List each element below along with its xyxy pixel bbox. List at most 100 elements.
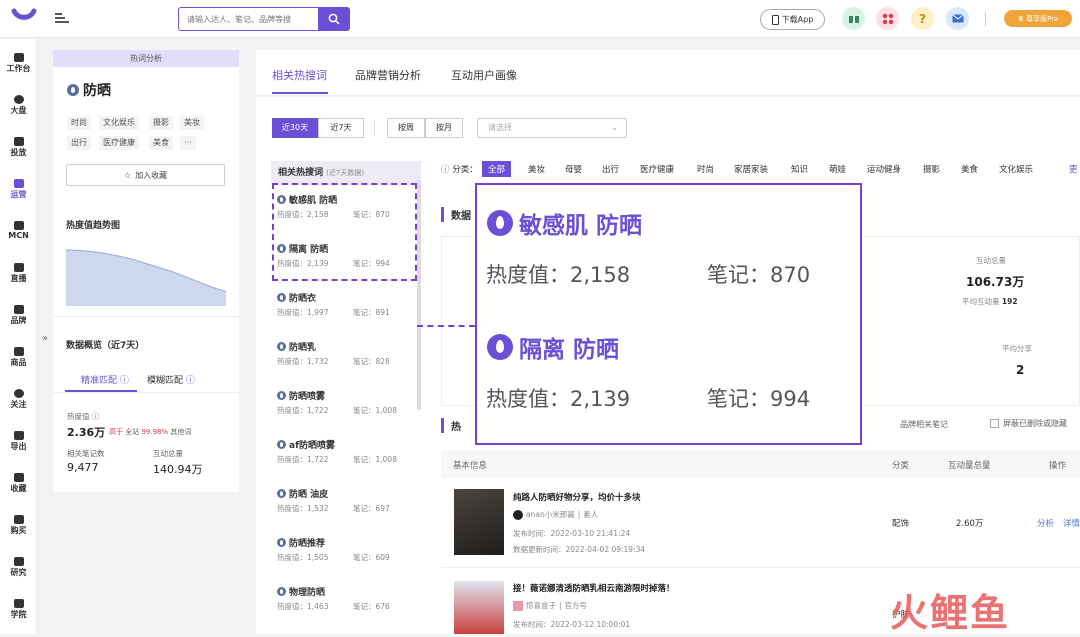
sidebar-item-ops[interactable]: 运营 [0, 179, 37, 200]
sidebar-item-market[interactable]: 大盘 [0, 95, 37, 116]
sidebar-item-mcn[interactable]: MCN [0, 221, 37, 240]
tag-chip[interactable]: 美妆 [180, 116, 204, 130]
range-7-days-button[interactable]: 近7天 [318, 118, 364, 138]
detail-link[interactable]: 详情 [1063, 517, 1080, 529]
callout-keyword: 隔离 防晒 [487, 330, 619, 364]
tag-chip[interactable]: 文化娱乐 [99, 116, 139, 130]
keyword-item[interactable]: 防晒衣 热度值：1,997 笔记：891 [277, 291, 417, 317]
info-icon: ⓘ [441, 165, 450, 175]
sidebar-item-follow[interactable]: 关注 [0, 389, 37, 410]
apps-icon[interactable] [876, 7, 899, 30]
divider [985, 12, 986, 26]
download-app-button[interactable]: 下载App [760, 9, 825, 30]
tag-chip[interactable]: 时尚 [67, 116, 91, 130]
sidebar-item-export[interactable]: 导出 [0, 431, 37, 452]
note-title[interactable]: 纯路人防晒好物分享，均价十多块 [513, 491, 641, 503]
sidebar-item-workbench[interactable]: 工作台 [0, 53, 37, 74]
overview-title: 数据概览（近7天） [66, 341, 145, 351]
hide-deleted-checkbox[interactable]: 屏蔽已删除或隐藏 [990, 418, 1067, 429]
keyword-list-scrollbar[interactable] [417, 180, 421, 410]
callout-notes: 笔记：870 [707, 263, 811, 287]
tab-brand-marketing[interactable]: 品牌营销分析 [355, 67, 421, 83]
category-fashion[interactable]: 时尚 [697, 163, 714, 175]
pro-label: 尊享版Pro [1026, 14, 1059, 23]
brand-related-filter[interactable]: 品牌相关笔记 [900, 419, 948, 430]
keyword-name: 防晒 油皮 [277, 487, 417, 500]
flask-icon [13, 557, 24, 566]
collapse-chevron-icon[interactable]: » [42, 333, 48, 344]
sidebar-item-buy[interactable]: 购买 [0, 515, 37, 536]
sidebar-item-favorites[interactable]: 收藏 [0, 473, 37, 494]
tag-chip[interactable]: 美食 [149, 136, 173, 150]
by-week-button[interactable]: 按周 [387, 118, 425, 138]
sidebar-item-live[interactable]: 直播 [0, 263, 37, 284]
keyword-item[interactable]: 防晒乳 热度值：1,732 笔记：828 [277, 340, 417, 366]
sidebar-item-research[interactable]: 研究 [0, 557, 37, 578]
table-row[interactable]: 纯路人防晒好物分享，均价十多块 anan小米那酱 | 素人 发布时间：2022-03… [441, 478, 1080, 568]
checkbox-box[interactable] [990, 419, 999, 428]
note-title[interactable]: 接！薇诺娜清透防晒乳相云南游限时掉落！ [513, 582, 675, 594]
range-30-days-button[interactable]: 近30天 [272, 118, 318, 138]
keyword-item[interactable]: 物理防晒 热度值：1,463 笔记：676 [277, 585, 417, 611]
sidebar-item-brand[interactable]: 品牌 [0, 305, 37, 326]
category-kids[interactable]: 萌娃 [829, 163, 846, 175]
menu-toggle-icon[interactable] [55, 12, 69, 24]
section-tag: 热词分析 [53, 50, 239, 67]
note-thumbnail[interactable] [454, 581, 504, 634]
highlight-connector [417, 325, 475, 327]
category-more[interactable]: 更 [1069, 163, 1078, 175]
tab-fuzzy-match[interactable]: 模糊匹配 ⓘ [147, 373, 195, 386]
notes-value: 9,477 [67, 461, 99, 474]
category-entertainment[interactable]: 文化娱乐 [999, 163, 1033, 175]
tab-related-hot-search[interactable]: 相关热搜词 [272, 67, 327, 83]
category-photography[interactable]: 摄影 [923, 163, 940, 175]
keyword-item[interactable]: af防晒喷雾 热度值：1,722 笔记：1,008 [277, 438, 417, 464]
droplet-icon [487, 210, 513, 236]
category-all[interactable]: 全部 [482, 161, 512, 177]
tag-chip[interactable]: 摄影 [149, 116, 173, 130]
keyword-item[interactable]: 防晒推荐 热度值：1,505 笔记：609 [277, 536, 417, 562]
category-knowledge[interactable]: 知识 [791, 163, 808, 175]
tag-chip[interactable]: 出行 [67, 136, 91, 150]
interact-value: 140.94万 [153, 463, 203, 476]
tag-more[interactable]: ··· [180, 136, 196, 150]
graduation-icon [13, 599, 24, 608]
search-button[interactable] [318, 8, 349, 30]
add-favorite-button[interactable]: ☆ 加入收藏 [66, 164, 225, 186]
category-food[interactable]: 美食 [961, 163, 978, 175]
keyword-item[interactable]: 防晒 油皮 热度值：1,532 笔记：697 [277, 487, 417, 513]
app-logo[interactable] [10, 6, 38, 32]
by-month-button[interactable]: 按月 [425, 118, 463, 138]
trend-area [66, 250, 226, 306]
help-icon[interactable]: ? [911, 7, 934, 30]
sidebar-item-ads[interactable]: 投放 [0, 137, 37, 158]
keyword-summary-panel: 热词分析 防晒 时尚 文化娱乐 摄影 美妆 出行 医疗健康 美食 ··· ☆ 加… [53, 50, 239, 492]
callout-heat: 热度值：2,139 [486, 387, 631, 411]
search-input[interactable] [179, 8, 319, 30]
column-header: 分类 [892, 461, 910, 471]
tab-user-profile[interactable]: 互动用户画像 [451, 67, 517, 83]
message-icon[interactable] [946, 7, 969, 30]
watermark-logo: 火鲤鱼 [890, 591, 1011, 635]
gift-icon[interactable] [842, 7, 865, 30]
period-select[interactable]: 请选择 ⌄ [477, 118, 627, 138]
category-travel[interactable]: 出行 [602, 163, 619, 175]
tag-chip[interactable]: 医疗健康 [99, 136, 139, 150]
note-interact: 2.60万 [956, 519, 984, 529]
crown-icon: ♛ [1017, 14, 1025, 23]
category-baby[interactable]: 母婴 [565, 163, 582, 175]
tab-exact-match[interactable]: 精准匹配 ⓘ [81, 373, 129, 386]
pro-button[interactable]: ♛ 尊享版Pro [1004, 10, 1072, 27]
sidebar-item-academy[interactable]: 学院 [0, 599, 37, 620]
sidebar-item-goods[interactable]: 商品 [0, 347, 37, 368]
keyword-item[interactable]: 防晒喷雾 热度值：1,722 笔记：1,008 [277, 389, 417, 415]
category-home[interactable]: 家居家装 [734, 163, 768, 175]
category-makeup[interactable]: 美妆 [528, 163, 545, 175]
building-icon [13, 221, 24, 230]
analyze-link[interactable]: 分析 [1037, 517, 1054, 529]
note-thumbnail[interactable] [454, 489, 504, 555]
keyword-name: 防晒乳 [277, 340, 417, 353]
avatar [513, 600, 523, 611]
category-health[interactable]: 医疗健康 [640, 163, 674, 175]
category-fitness[interactable]: 运动健身 [867, 163, 901, 175]
